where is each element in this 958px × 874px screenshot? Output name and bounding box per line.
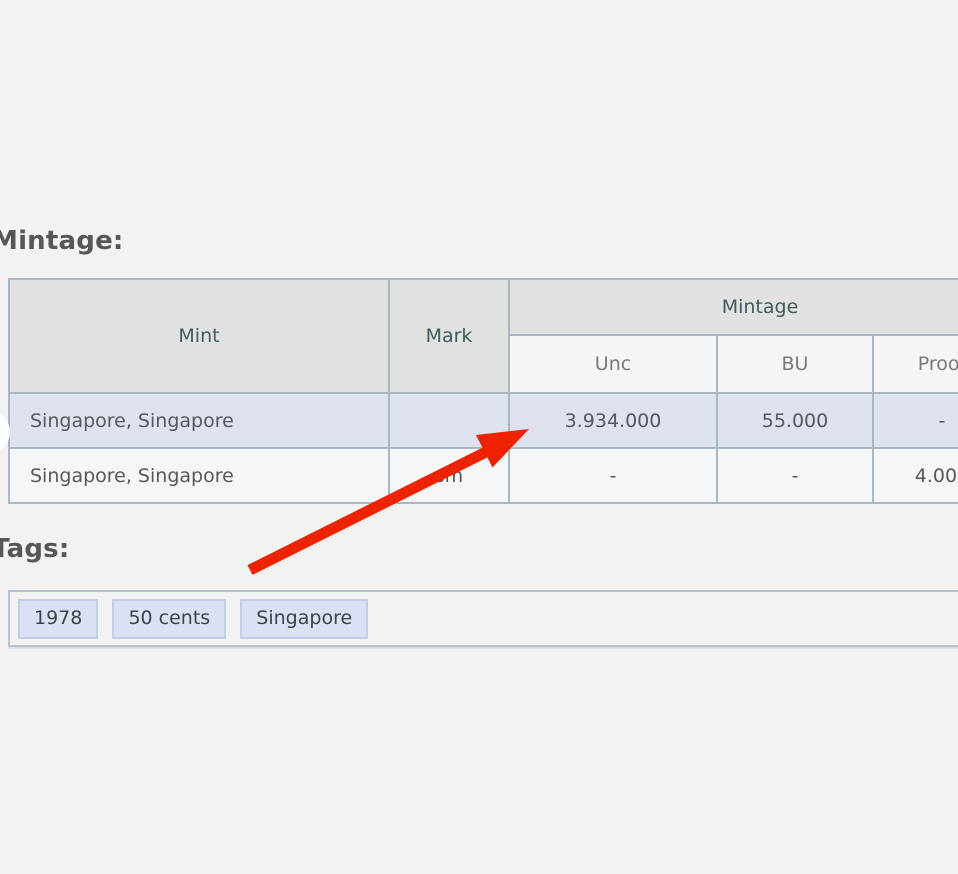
column-subheader-proof: Proof	[873, 335, 958, 393]
tag-chip-1978[interactable]: 1978	[18, 599, 98, 639]
tags-section-heading: Tags:	[0, 534, 69, 564]
column-subheader-bu: BU	[717, 335, 873, 393]
bu-value-cell: -	[717, 448, 873, 503]
table-row-mintage-1: Singapore, Singapore 3.934.000 55.000 -	[9, 393, 958, 448]
mintage-table: Mint Mark Mintage Unc BU Proof Singapore…	[8, 278, 958, 504]
bu-value-cell: 55.000	[717, 393, 873, 448]
column-subheader-unc: Unc	[509, 335, 717, 393]
column-header-mark: Mark	[389, 279, 509, 393]
proof-value-cell: -	[873, 393, 958, 448]
tag-chip-singapore[interactable]: Singapore	[240, 599, 368, 639]
column-header-mint: Mint	[9, 279, 389, 393]
mint-name-cell: Singapore, Singapore	[9, 448, 389, 503]
column-header-mintage-group: Mintage	[509, 279, 958, 335]
unc-value-cell: -	[509, 448, 717, 503]
mintage-table-container: Mint Mark Mintage Unc BU Proof Singapore…	[8, 278, 958, 504]
mintage-section-heading: Mintage:	[0, 226, 124, 256]
proof-value-cell: 4.000	[873, 448, 958, 503]
tag-chip-50-cents[interactable]: 50 cents	[112, 599, 226, 639]
table-row-mintage-2: Singapore, Singapore sm - - 4.000	[9, 448, 958, 503]
tags-box: 1978 50 cents Singapore	[8, 590, 958, 647]
unc-value-cell: 3.934.000	[509, 393, 717, 448]
mark-cell	[389, 393, 509, 448]
mint-name-cell: Singapore, Singapore	[9, 393, 389, 448]
mark-cell: sm	[389, 448, 509, 503]
